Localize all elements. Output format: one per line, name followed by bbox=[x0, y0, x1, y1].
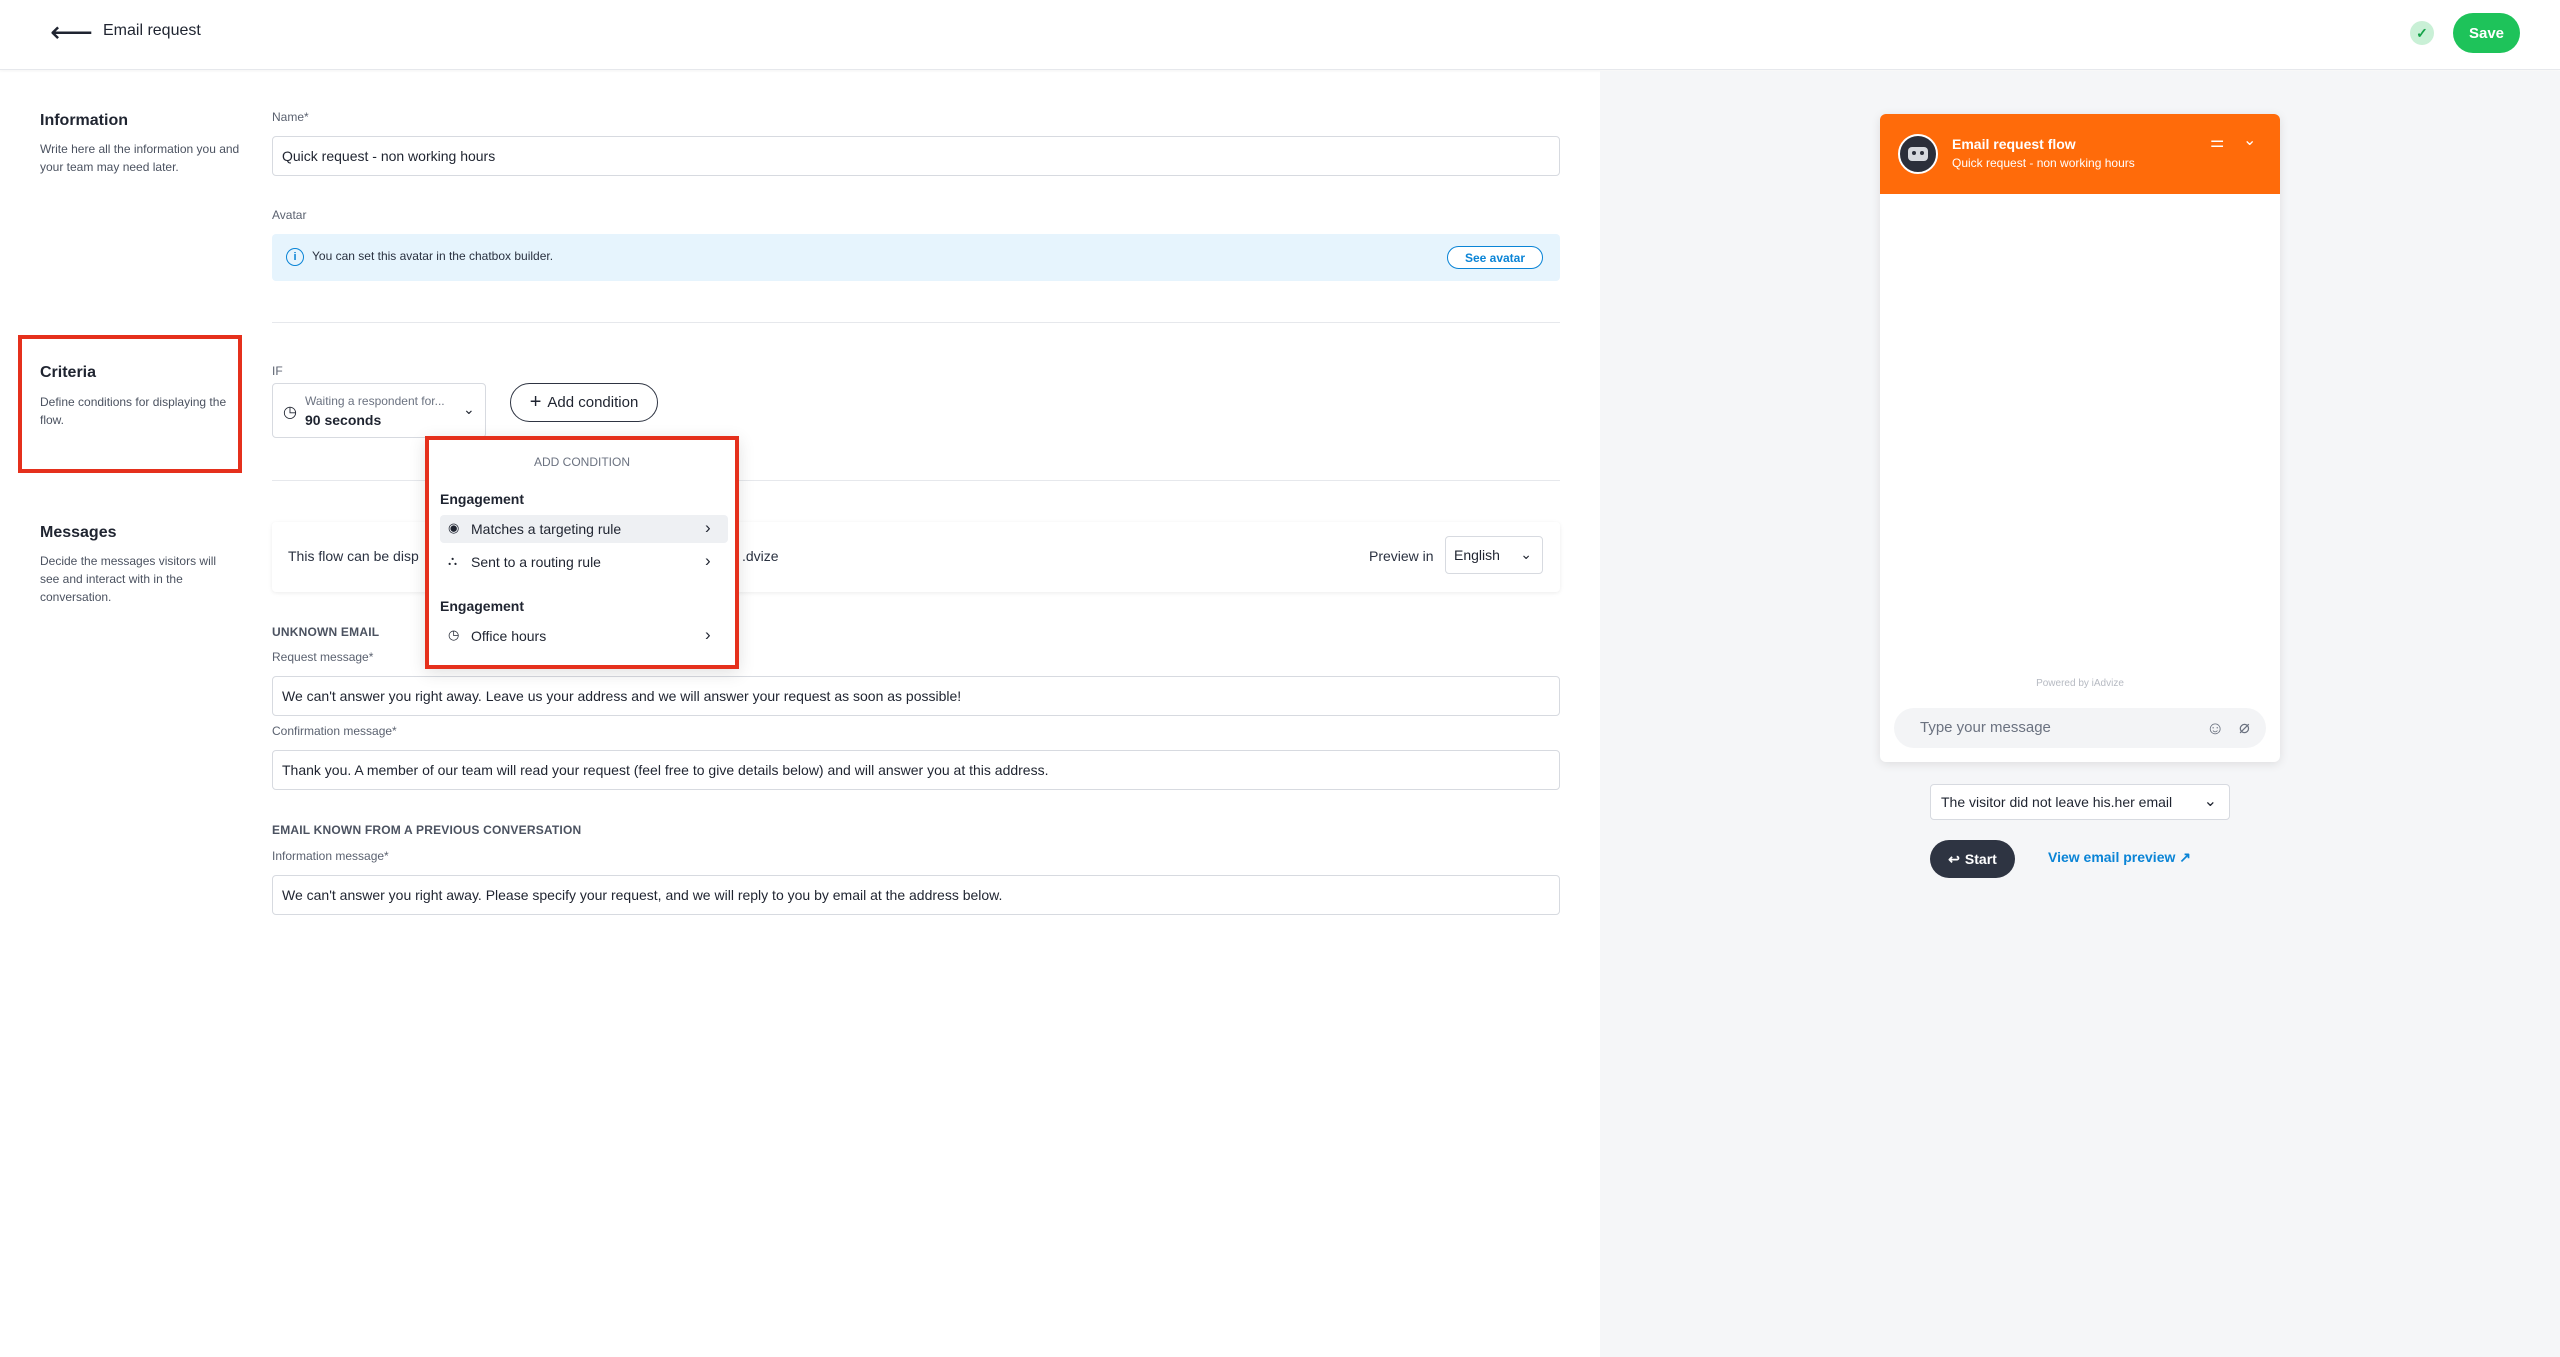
scenario-select[interactable]: The visitor did not leave his.her email … bbox=[1930, 784, 2230, 820]
menu-group-label: Engagement bbox=[440, 598, 525, 614]
preview-in-label: Preview in bbox=[1369, 548, 1434, 564]
top-bar: ⟵ Email request ✓ Save bbox=[0, 0, 2560, 70]
condition-label: Waiting a respondent for... bbox=[305, 394, 445, 408]
request-message-input[interactable]: We can't answer you right away. Leave us… bbox=[272, 676, 1560, 716]
chatbox-header: Email request flow Quick request - non w… bbox=[1880, 114, 2280, 194]
chat-input-container: ☺ ⌀ bbox=[1894, 708, 2266, 748]
language-select[interactable]: English ⌄ bbox=[1445, 536, 1543, 574]
information-message-label: Information message* bbox=[272, 849, 389, 863]
target-icon: ◉ bbox=[448, 520, 460, 535]
clock-icon: ◷ bbox=[283, 404, 297, 421]
email-preview-label: View email preview bbox=[2048, 849, 2176, 865]
confirmation-message-input[interactable]: Thank you. A member of our team will rea… bbox=[272, 750, 1560, 790]
chevron-down-icon: ⌄ bbox=[1520, 546, 1532, 562]
section-divider bbox=[272, 322, 1560, 323]
see-avatar-button[interactable]: See avatar bbox=[1447, 246, 1543, 269]
menu-item-label: Office hours bbox=[471, 628, 547, 644]
confirmation-message-label: Confirmation message* bbox=[272, 724, 397, 738]
add-condition-menu: ADD CONDITION Engagement ◉ Matches a tar… bbox=[425, 436, 739, 669]
messages-bar-text: This flow can be disp bbox=[288, 548, 419, 564]
powered-by-text: Powered by iAdvize bbox=[2036, 678, 2124, 689]
chatbox-title: Email request flow bbox=[1952, 136, 2076, 152]
condition-chip[interactable]: ◷ Waiting a respondent for... 90 seconds… bbox=[272, 383, 486, 438]
start-button[interactable]: ↩ Start bbox=[1930, 840, 2015, 878]
clock-icon: ◷ bbox=[448, 627, 460, 642]
avatar-info-banner: i You can set this avatar in the chatbox… bbox=[272, 234, 1560, 281]
save-button[interactable]: Save bbox=[2453, 13, 2520, 53]
messages-section-description: Decide the messages visitors will see an… bbox=[40, 554, 217, 604]
back-arrow-icon[interactable]: ⟵ bbox=[50, 18, 93, 48]
view-email-preview-link[interactable]: View email preview ↗ bbox=[2048, 849, 2191, 866]
condition-value: 90 seconds bbox=[305, 412, 382, 428]
emoji-icon[interactable]: ☺ bbox=[2206, 718, 2224, 739]
chatbox-subtitle: Quick request - non working hours bbox=[1952, 156, 2135, 170]
if-label: IF bbox=[272, 364, 283, 378]
add-condition-label: Add condition bbox=[547, 394, 639, 411]
information-section-title: Information bbox=[40, 112, 128, 129]
menu-item-label: Sent to a routing rule bbox=[471, 554, 601, 570]
known-email-heading: EMAIL KNOWN FROM A PREVIOUS CONVERSATION bbox=[272, 823, 582, 837]
menu-group-label: Engagement bbox=[440, 491, 525, 507]
info-icon: i bbox=[286, 248, 304, 266]
name-label: Name* bbox=[272, 110, 309, 124]
criteria-section-description: Define conditions for displaying the flo… bbox=[40, 395, 227, 427]
request-message-label: Request message* bbox=[272, 650, 374, 664]
page-title: Email request bbox=[103, 22, 201, 39]
chevron-down-icon: ⌄ bbox=[463, 401, 475, 417]
avatar-label: Avatar bbox=[272, 208, 307, 222]
chevron-down-icon: ⌄ bbox=[2203, 793, 2217, 810]
unknown-email-heading: UNKNOWN EMAIL bbox=[272, 625, 380, 639]
information-section-description: Write here all the information you and y… bbox=[40, 142, 240, 174]
robot-icon bbox=[1908, 147, 1928, 161]
chevron-right-icon: › bbox=[705, 625, 711, 644]
scenario-value: The visitor did not leave his.her email bbox=[1941, 794, 2173, 810]
add-condition-button[interactable]: + Add condition bbox=[510, 383, 658, 422]
menu-item-targeting-rule[interactable]: ◉ Matches a targeting rule › bbox=[440, 515, 728, 543]
chevron-down-icon[interactable]: ⌄ bbox=[2243, 130, 2256, 150]
messages-section-title: Messages bbox=[40, 524, 117, 541]
chat-message-input[interactable] bbox=[1920, 719, 2190, 736]
chevron-right-icon: › bbox=[705, 551, 711, 570]
reply-icon: ↩ bbox=[1948, 850, 1960, 867]
sliders-icon[interactable]: ⚌ bbox=[2210, 132, 2224, 152]
bot-avatar bbox=[1898, 134, 1938, 174]
external-link-icon: ↗ bbox=[2179, 849, 2191, 865]
start-label: Start bbox=[1964, 851, 1997, 867]
chevron-right-icon: › bbox=[705, 518, 711, 537]
messages-bar-text-end: .dvize bbox=[742, 548, 779, 564]
avatar-info-text: You can set this avatar in the chatbox b… bbox=[312, 249, 554, 263]
information-message-input[interactable]: We can't answer you right away. Please s… bbox=[272, 875, 1560, 915]
paperclip-icon[interactable]: ⌀ bbox=[2239, 717, 2250, 738]
chatbox-preview: Email request flow Quick request - non w… bbox=[1880, 114, 2280, 762]
plus-icon: + bbox=[529, 391, 542, 413]
add-condition-menu-title: ADD CONDITION bbox=[534, 455, 630, 469]
saved-check-icon: ✓ bbox=[2410, 21, 2434, 45]
language-value: English bbox=[1454, 547, 1500, 563]
menu-item-label: Matches a targeting rule bbox=[471, 521, 622, 537]
menu-item-office-hours[interactable]: ◷ Office hours › bbox=[440, 622, 728, 650]
name-input[interactable]: Quick request - non working hours bbox=[272, 136, 1560, 176]
routing-icon: ⛬ bbox=[448, 553, 458, 568]
criteria-section-title: Criteria bbox=[40, 364, 97, 381]
menu-item-routing-rule[interactable]: ⛬ Sent to a routing rule › bbox=[440, 548, 728, 576]
